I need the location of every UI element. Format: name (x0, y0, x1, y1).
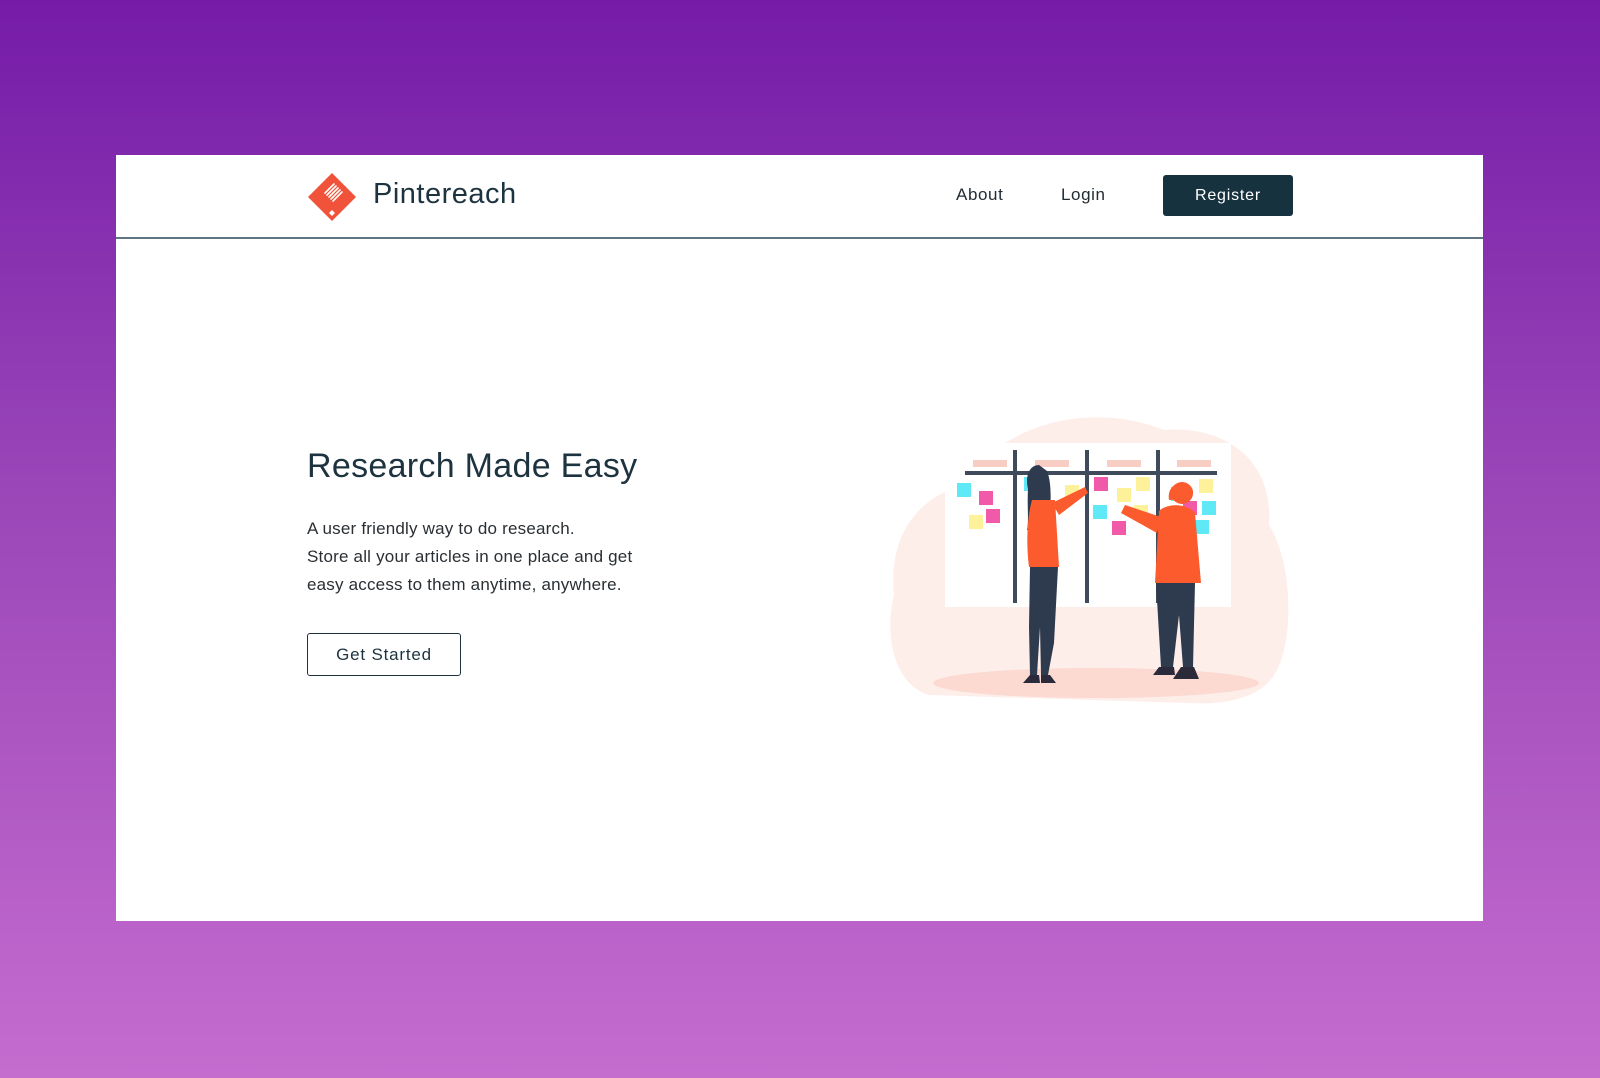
hero-line-2: Store all your articles in one place and… (307, 547, 633, 566)
register-button[interactable]: Register (1163, 175, 1293, 216)
nav-about-link[interactable]: About (956, 185, 1003, 205)
hero-line-1: A user friendly way to do research. (307, 519, 575, 538)
logo-icon[interactable] (307, 172, 357, 222)
hero-line-3: easy access to them anytime, anywhere. (307, 575, 622, 594)
nav-login-link[interactable]: Login (1061, 185, 1106, 205)
research-board-illustration (890, 417, 1289, 704)
app-window: Pintereach About Login Register Research… (116, 155, 1483, 921)
hero-description: A user friendly way to do research. Stor… (307, 515, 727, 599)
navbar: Pintereach About Login Register (116, 155, 1483, 239)
get-started-button[interactable]: Get Started (307, 633, 461, 676)
brand-name[interactable]: Pintereach (373, 176, 517, 212)
hero-title: Research Made Easy (307, 447, 638, 485)
